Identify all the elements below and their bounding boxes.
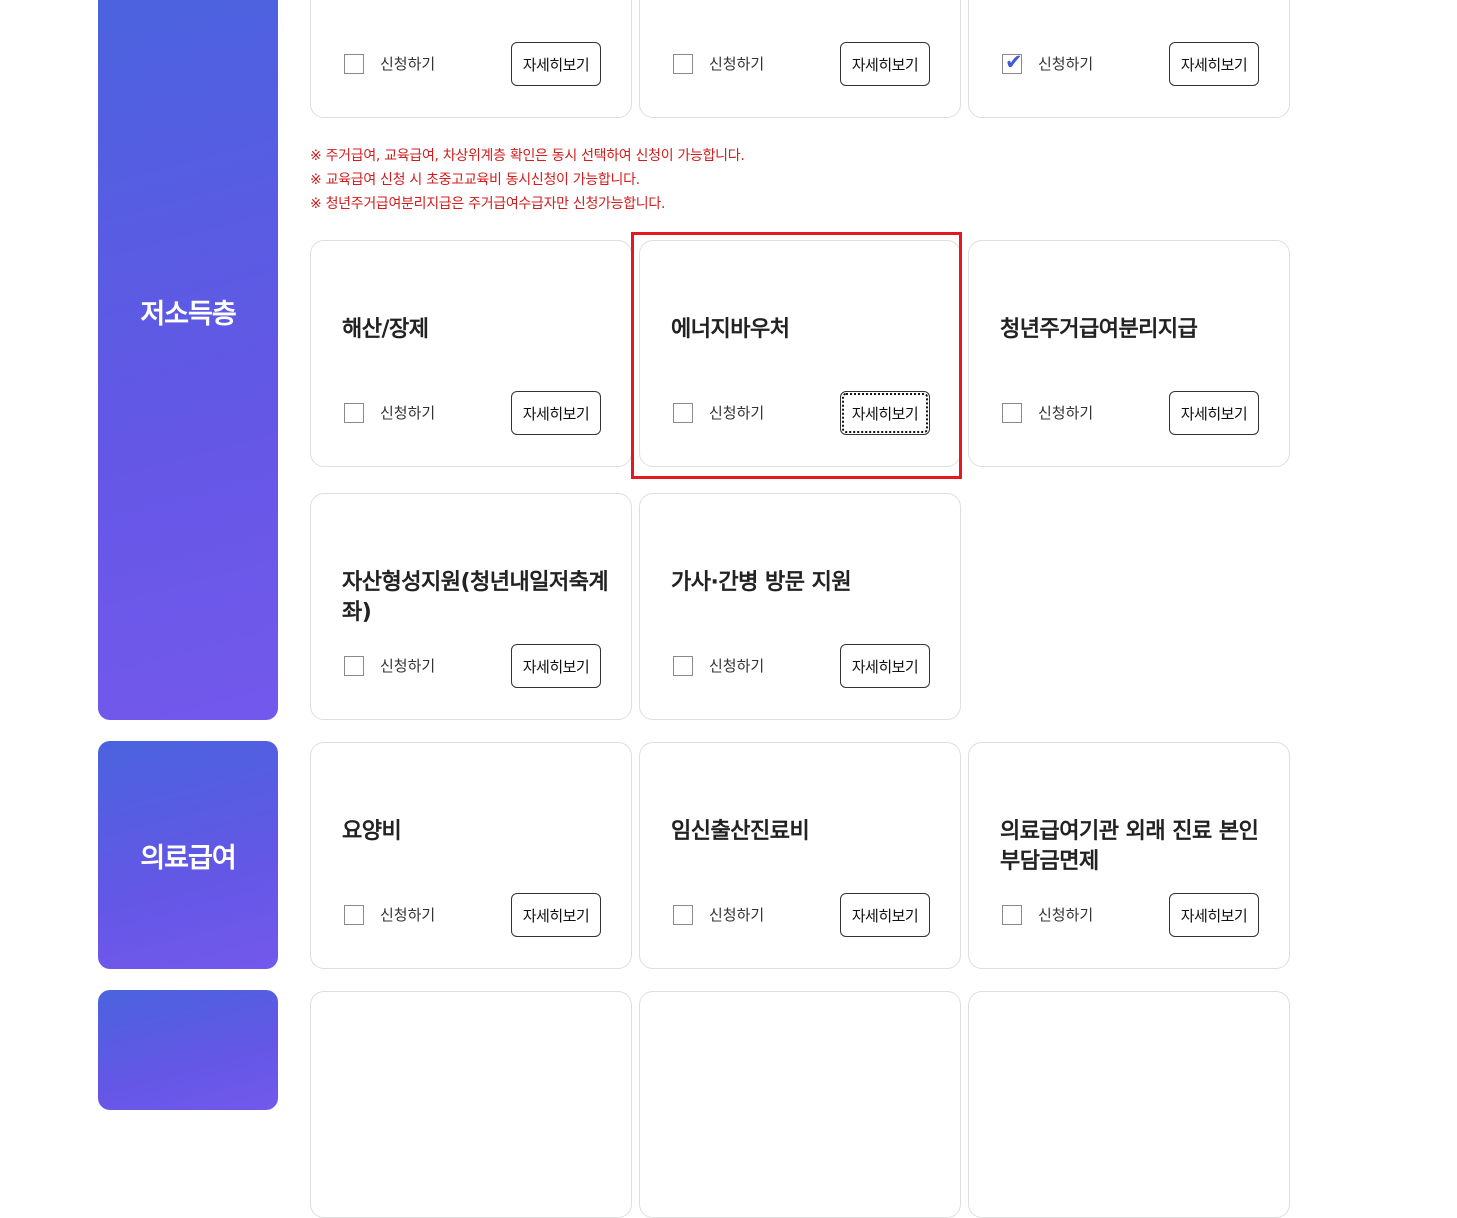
apply-checkbox[interactable]: ✔ (344, 54, 364, 74)
check-icon: ✔ (1005, 50, 1023, 74)
card-title: 의료급여기관 외래 진료 본인부담금면제 (1000, 819, 1259, 874)
apply-label[interactable]: 신청하기 (1038, 904, 1093, 926)
notice-line: ※ 청년주거급여분리지급은 주거급여수급자만 신청가능합니다. (310, 196, 666, 212)
detail-button[interactable]: 자세히보기 (1169, 391, 1259, 435)
benefit-card-outpatient-exemption: 의료급여기관 외래 진료 본인부담금면제 ✔ 신청하기 자세히보기 (968, 742, 1290, 969)
notice-line: ※ 주거급여, 교육급여, 차상위계층 확인은 동시 선택하여 신청이 가능합니… (310, 148, 745, 164)
benefit-card (639, 991, 961, 1218)
detail-button[interactable]: 자세히보기 (1169, 893, 1259, 937)
benefit-card (310, 991, 632, 1218)
apply-checkbox[interactable]: ✔ (1002, 905, 1022, 925)
detail-button[interactable]: 자세히보기 (511, 893, 601, 937)
detail-button[interactable]: 자세히보기 (840, 893, 930, 937)
card-title: 요양비 (342, 819, 402, 844)
benefit-card: ✔ 신청하기 자세히보기 (968, 0, 1290, 118)
apply-checkbox[interactable]: ✔ (344, 656, 364, 676)
apply-label[interactable]: 신청하기 (709, 53, 764, 75)
detail-button[interactable]: 자세히보기 (511, 644, 601, 688)
apply-label[interactable]: 신청하기 (380, 402, 435, 424)
card-title: 임신출산진료비 (671, 819, 810, 844)
apply-label[interactable]: 신청하기 (709, 904, 764, 926)
apply-checkbox[interactable]: ✔ (344, 905, 364, 925)
category-label: 저소득층 (140, 298, 236, 330)
apply-checkbox[interactable]: ✔ (1002, 50, 1023, 74)
apply-label[interactable]: 신청하기 (1038, 402, 1093, 424)
notice-list: ※ 주거급여, 교육급여, 차상위계층 확인은 동시 선택하여 신청이 가능합니… (310, 144, 745, 216)
detail-button[interactable]: 자세히보기 (511, 391, 601, 435)
category-panel-medical-aid: 의료급여 (98, 741, 278, 969)
apply-label[interactable]: 신청하기 (1038, 53, 1093, 75)
benefit-card (968, 991, 1290, 1218)
benefit-card-pregnancy-medical: 임신출산진료비 ✔ 신청하기 자세히보기 (639, 742, 961, 969)
category-label: 의료급여 (140, 842, 236, 874)
apply-checkbox[interactable]: ✔ (673, 905, 693, 925)
highlight-box (631, 232, 962, 479)
apply-label[interactable]: 신청하기 (380, 904, 435, 926)
benefit-card-care-cost: 요양비 ✔ 신청하기 자세히보기 (310, 742, 632, 969)
apply-checkbox[interactable]: ✔ (1002, 403, 1022, 423)
benefit-card-youth-housing: 청년주거급여분리지급 ✔ 신청하기 자세히보기 (968, 240, 1290, 467)
detail-button[interactable]: 자세히보기 (840, 42, 930, 86)
category-panel-next (98, 990, 278, 1110)
card-title: 가사·간병 방문 지원 (671, 570, 852, 595)
benefit-card: ✔ 신청하기 자세히보기 (310, 0, 632, 118)
notice-line: ※ 교육급여 신청 시 초중고교육비 동시신청이 가능합니다. (310, 172, 640, 188)
apply-checkbox[interactable]: ✔ (673, 54, 693, 74)
apply-checkbox[interactable]: ✔ (673, 656, 693, 676)
detail-button[interactable]: 자세히보기 (511, 42, 601, 86)
detail-button[interactable]: 자세히보기 (1169, 42, 1259, 86)
card-title: 청년주거급여분리지급 (1000, 317, 1198, 342)
benefit-card: ✔ 신청하기 자세히보기 (639, 0, 961, 118)
category-panel-low-income: 저소득층 (98, 0, 278, 720)
detail-button[interactable]: 자세히보기 (840, 644, 930, 688)
benefit-card-birth-funeral: 해산/장제 ✔ 신청하기 자세히보기 (310, 240, 632, 467)
benefit-card-asset-building: 자산형성지원(청년내일저축계좌) ✔ 신청하기 자세히보기 (310, 493, 632, 720)
card-title: 자산형성지원(청년내일저축계좌) (342, 570, 609, 625)
apply-label[interactable]: 신청하기 (380, 655, 435, 677)
apply-label[interactable]: 신청하기 (709, 655, 764, 677)
apply-label[interactable]: 신청하기 (380, 53, 435, 75)
apply-checkbox[interactable]: ✔ (344, 403, 364, 423)
card-title: 해산/장제 (342, 317, 429, 342)
benefit-card-home-care: 가사·간병 방문 지원 ✔ 신청하기 자세히보기 (639, 493, 961, 720)
